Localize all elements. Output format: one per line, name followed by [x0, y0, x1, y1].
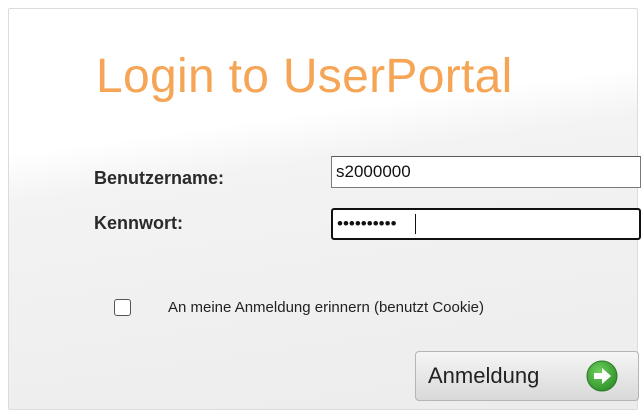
login-button-label: Anmeldung [428, 363, 540, 388]
arrow-right-circle-icon [586, 360, 618, 392]
username-field[interactable] [331, 156, 641, 188]
password-field[interactable] [331, 208, 641, 240]
login-button[interactable]: Anmeldung [415, 351, 639, 401]
text-caret [415, 214, 416, 234]
remember-me-checkbox[interactable] [114, 298, 131, 316]
login-panel: Login to UserPortal Benutzername: Kennwo… [8, 8, 641, 410]
remember-me-label[interactable]: An meine Anmeldung erinnern (benutzt Coo… [168, 299, 484, 316]
password-label: Kennwort: [94, 213, 183, 233]
username-label: Benutzername: [94, 168, 225, 188]
remember-me-row: An meine Anmeldung erinnern (benutzt Coo… [114, 296, 484, 318]
page-title: Login to UserPortal [96, 50, 513, 103]
